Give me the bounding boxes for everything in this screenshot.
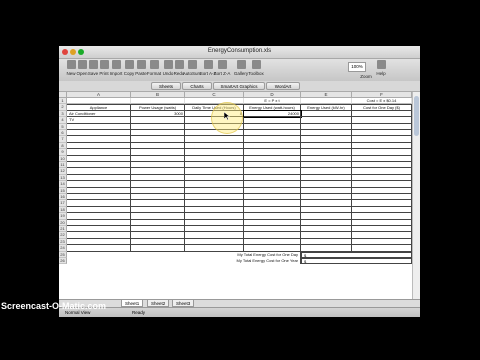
- toolbar-button-autosum[interactable]: AutoSum: [183, 60, 201, 76]
- footer-value[interactable]: $: [301, 258, 412, 265]
- new-icon: [66, 60, 76, 69]
- ready-status: Ready: [132, 310, 146, 315]
- sort-a-z-icon: [203, 60, 213, 69]
- paste-icon: [136, 60, 146, 69]
- standard-toolbar: New Open Save Print Import Copy Paste Format Und…: [59, 59, 420, 82]
- undo-icon: [163, 60, 173, 69]
- save-icon: [88, 60, 98, 69]
- mouse-cursor-icon: [224, 112, 230, 120]
- tab-sheets[interactable]: Sheets: [151, 82, 181, 90]
- open-icon: [77, 60, 87, 69]
- vertical-scrollbar[interactable]: [412, 92, 420, 299]
- help-icon: [376, 60, 386, 69]
- scroll-thumb[interactable]: [414, 96, 419, 136]
- toolbar-button-sort-z-a[interactable]: Sort Z-A: [214, 60, 230, 76]
- window-title: EnergyConsumption.xls: [207, 48, 272, 54]
- toolbox-icon: [251, 60, 261, 69]
- redo-icon: [174, 60, 184, 69]
- import-icon: [111, 60, 121, 69]
- gallery-icon: [236, 60, 246, 69]
- title-bar: EnergyConsumption.xls: [59, 46, 420, 59]
- tab-smartart[interactable]: SmartArt Graphics: [213, 82, 265, 90]
- copy-icon: [124, 60, 134, 69]
- toolbar-label: Sort Z-A: [213, 71, 231, 76]
- sort-z-a-icon: [217, 60, 227, 69]
- format-icon: [149, 60, 159, 69]
- toolbar-button-help[interactable]: Help: [375, 60, 387, 76]
- sheet-tab-1[interactable]: Sheet1: [121, 300, 144, 307]
- tab-wordart[interactable]: WordArt: [266, 82, 300, 90]
- zoom-label: Zoom: [360, 74, 372, 79]
- ribbon-tabs: Sheets Charts SmartArt Graphics WordArt: [59, 81, 420, 92]
- zoom-select[interactable]: 100%: [348, 62, 366, 72]
- sheet-tab-2[interactable]: Sheet2: [147, 300, 170, 307]
- excel-window: EnergyConsumption.xls New Open Save Print Im…: [59, 46, 420, 317]
- toolbar-button-toolbox[interactable]: Toolbox: [248, 60, 264, 76]
- tab-charts[interactable]: Charts: [182, 82, 212, 90]
- watermark: Screencast-O-Matic.com: [1, 301, 107, 311]
- autosum-icon: [187, 60, 197, 69]
- sheet-tab-3[interactable]: Sheet3: [172, 300, 195, 307]
- row-header[interactable]: 26: [59, 258, 67, 265]
- status-bar: Normal View Ready: [59, 307, 420, 317]
- toolbar-label: Toolbox: [248, 71, 264, 76]
- footer-label[interactable]: My Total Energy Cost for One Year: [67, 258, 301, 265]
- print-icon: [99, 60, 109, 69]
